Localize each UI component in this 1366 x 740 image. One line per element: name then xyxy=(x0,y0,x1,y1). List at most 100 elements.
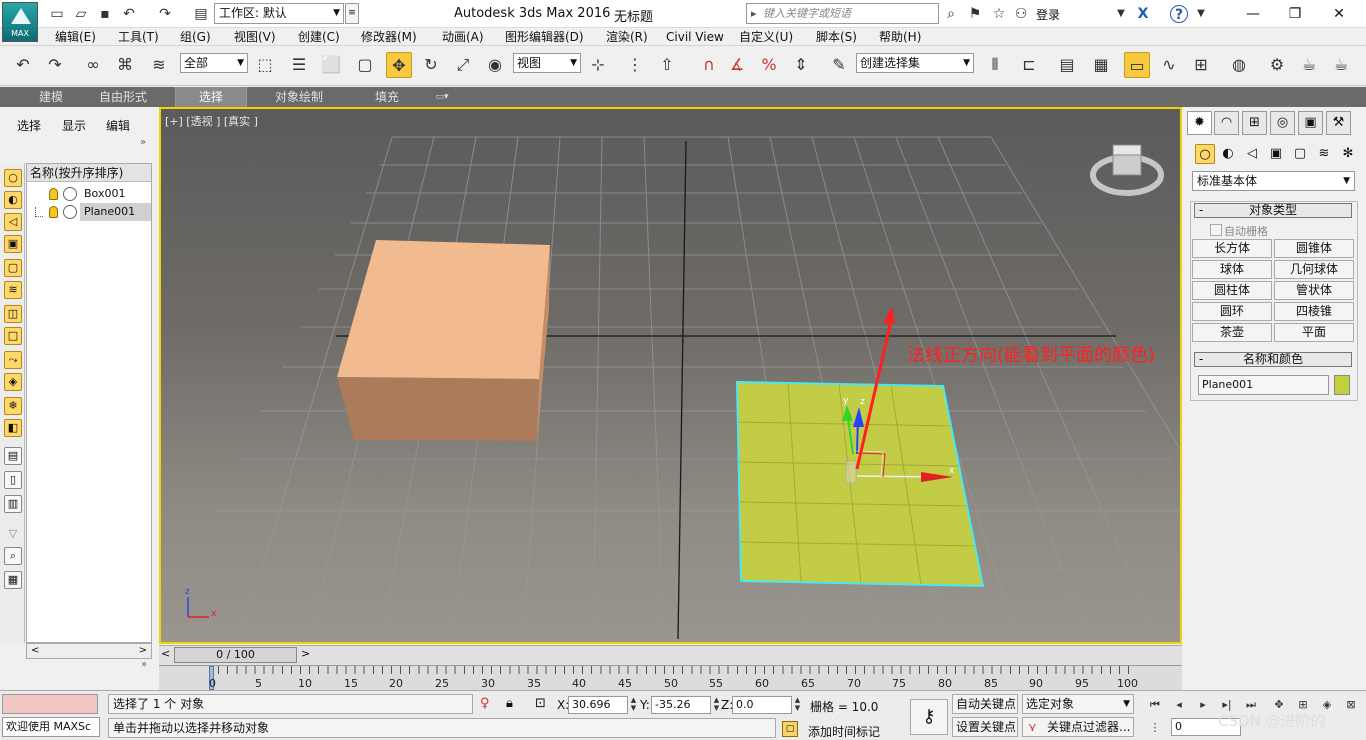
window-crossing-icon[interactable]: ▢ xyxy=(352,52,378,78)
display-xrefs-icon[interactable]: □ xyxy=(4,327,22,345)
ribbon-tab-object-paint[interactable]: 对象绘制 xyxy=(262,87,336,107)
maxscript-input[interactable]: 欢迎使用 MAXSc xyxy=(2,717,100,737)
isolate-selection-icon[interactable]: ♀ xyxy=(480,696,490,711)
menu-customize[interactable]: 自定义(U) xyxy=(739,29,793,45)
redo-icon[interactable]: ↷ xyxy=(42,52,68,78)
material-editor-icon[interactable]: ◍ xyxy=(1226,52,1252,78)
menu-help[interactable]: 帮助(H) xyxy=(879,29,921,45)
render-setup-icon[interactable]: ⚙ xyxy=(1264,52,1290,78)
bind-space-warp-icon[interactable]: ≋ xyxy=(146,52,172,78)
select-and-scale-icon[interactable]: ⤢ xyxy=(450,52,476,78)
display-groups-icon[interactable]: ◫ xyxy=(4,305,22,323)
motion-panel-tab-icon[interactable]: ◎ xyxy=(1270,111,1295,135)
menu-views[interactable]: 视图(V) xyxy=(234,29,276,45)
teapot-button[interactable]: 茶壶 xyxy=(1192,323,1272,342)
display-shapes-icon[interactable]: ◐ xyxy=(4,191,22,209)
display-frozen-icon[interactable]: ❄ xyxy=(4,397,22,415)
spinner-snap-icon[interactable]: ⇕ xyxy=(788,52,814,78)
geosphere-button[interactable]: 几何球体 xyxy=(1274,260,1354,279)
named-selection-sets-dropdown[interactable]: 创建选择集 ▼ xyxy=(856,53,974,73)
chevron-down-icon[interactable]: ▼ xyxy=(1192,5,1210,23)
edit-named-selection-icon[interactable]: ✎ xyxy=(826,52,852,78)
close-button[interactable]: ✕ xyxy=(1324,4,1354,24)
utilities-panel-tab-icon[interactable]: ⚒ xyxy=(1326,111,1351,135)
selection-lock-icon[interactable]: 🔒︎ xyxy=(506,696,513,711)
ribbon-tab-freeform[interactable]: 自由形式 xyxy=(88,87,158,107)
autogrid-checkbox[interactable]: 自动栅格 xyxy=(1210,223,1268,239)
menu-rendering[interactable]: 渲染(R) xyxy=(606,29,648,45)
perspective-viewport[interactable]: [+] [透视 ] [真实 ] 法线正方向(能看到平面的颜色) y z x z … xyxy=(159,107,1182,644)
chevron-down-icon[interactable]: ▼ xyxy=(1112,5,1130,23)
object-category-dropdown[interactable]: 标准基本体 ▼ xyxy=(1192,171,1355,191)
workspace-dropdown[interactable]: 工作区: 默认 ▼ xyxy=(214,3,344,24)
view-cube[interactable] xyxy=(1090,144,1164,196)
space-warps-category-icon[interactable]: ≋ xyxy=(1314,144,1334,164)
key-selection-dropdown[interactable]: 选定对象 ▼ xyxy=(1022,694,1134,714)
shapes-category-icon[interactable]: ◐ xyxy=(1218,144,1238,164)
add-time-tag-button[interactable]: 添加时间标记 xyxy=(808,723,880,740)
select-and-move-icon[interactable]: ✥ xyxy=(386,52,412,78)
select-and-rotate-icon[interactable]: ↻ xyxy=(418,52,444,78)
prev-frame-icon[interactable]: ◂ xyxy=(1170,696,1188,714)
select-manipulate-icon[interactable]: ⋮ xyxy=(622,52,648,78)
star-icon[interactable]: ☆ xyxy=(990,5,1008,23)
z-spinner[interactable]: ▲ ▼ xyxy=(793,696,802,714)
list-column-header[interactable]: 名称(按升序排序) xyxy=(27,164,151,182)
layer-manager-icon[interactable]: ▤ xyxy=(1054,52,1080,78)
maximize-button[interactable]: ❐ xyxy=(1280,4,1310,24)
toggle-scene-explorer-icon[interactable]: ▦ xyxy=(1088,52,1114,78)
undo-icon[interactable]: ↶ xyxy=(10,52,36,78)
x-spinner[interactable]: ▲ ▼ xyxy=(629,696,638,714)
minimize-button[interactable]: — xyxy=(1238,4,1268,24)
rectangular-selection-icon[interactable]: ⬜ xyxy=(318,52,344,78)
rendered-frame-window-icon[interactable]: ☕ xyxy=(1296,52,1322,78)
binoculars-icon[interactable]: ⌕ xyxy=(942,5,960,23)
y-coordinate-field[interactable]: -35.26 xyxy=(651,696,711,714)
expand-icon[interactable]: » xyxy=(141,659,147,670)
scroll-right-icon[interactable]: > xyxy=(139,644,147,658)
search-input[interactable]: 键入关键字或短语 xyxy=(746,3,939,24)
set-key-button[interactable]: 设置关键点 xyxy=(952,717,1018,737)
communication-icon[interactable]: ⚑ xyxy=(966,5,984,23)
box001-mesh[interactable] xyxy=(337,240,550,441)
display-space-warps-icon[interactable]: ≋ xyxy=(4,281,22,299)
key-mode-icon[interactable]: ⋮ xyxy=(1146,719,1164,737)
display-lights-icon[interactable]: ◁ xyxy=(4,213,22,231)
explorer-tab-select[interactable]: 选择 xyxy=(17,117,41,134)
expand-icon[interactable]: » xyxy=(140,137,146,148)
menu-tools[interactable]: 工具(T) xyxy=(118,29,159,45)
menu-graph-editors[interactable]: 图形编辑器(D) xyxy=(505,29,584,45)
unlink-icon[interactable]: ⌘ xyxy=(112,52,138,78)
display-cameras-icon[interactable]: ▣ xyxy=(4,235,22,253)
explorer-tab-edit[interactable]: 编辑 xyxy=(106,117,130,134)
percent-snap-icon[interactable]: % xyxy=(756,52,782,78)
redo-icon[interactable]: ↷ xyxy=(156,5,174,23)
create-panel-tab-icon[interactable]: ✹ xyxy=(1187,111,1212,135)
hierarchy-panel-tab-icon[interactable]: ⊞ xyxy=(1242,111,1267,135)
mirror-icon[interactable]: ⫴ xyxy=(982,52,1008,78)
pyramid-button[interactable]: 四棱锥 xyxy=(1274,302,1354,321)
find-icon[interactable]: ⌕ xyxy=(4,547,22,565)
play-icon[interactable]: ▸ xyxy=(1194,696,1212,714)
display-helpers-icon[interactable]: ▢ xyxy=(4,259,22,277)
menu-group[interactable]: 组(G) xyxy=(180,29,211,45)
select-object-icon[interactable]: ⬚ xyxy=(252,52,278,78)
workspace-menu-button[interactable]: ≡ xyxy=(345,3,359,24)
object-color-swatch[interactable] xyxy=(1334,375,1350,395)
z-coordinate-field[interactable]: 0.0 xyxy=(732,696,792,714)
torus-button[interactable]: 圆环 xyxy=(1192,302,1272,321)
cameras-category-icon[interactable]: ▣ xyxy=(1266,144,1286,164)
project-folder-icon[interactable]: ▤ xyxy=(192,5,210,23)
help-icon[interactable]: ? xyxy=(1170,5,1188,23)
angle-snap-icon[interactable]: ∡ xyxy=(724,52,750,78)
list-item[interactable]: Plane001 xyxy=(27,203,151,221)
display-containers-icon[interactable]: ◈ xyxy=(4,373,22,391)
sphere-button[interactable]: 球体 xyxy=(1192,260,1272,279)
time-tag-icon[interactable]: ▢ xyxy=(782,721,798,737)
list-item[interactable]: Box001 xyxy=(27,185,151,203)
menu-modifiers[interactable]: 修改器(M) xyxy=(361,29,417,45)
new-file-icon[interactable]: ▭ xyxy=(48,5,66,23)
x-coordinate-field[interactable]: 30.696 xyxy=(568,696,628,714)
object-name-field[interactable]: Plane001 xyxy=(1198,375,1329,395)
curve-editor-icon[interactable]: ∿ xyxy=(1156,52,1182,78)
